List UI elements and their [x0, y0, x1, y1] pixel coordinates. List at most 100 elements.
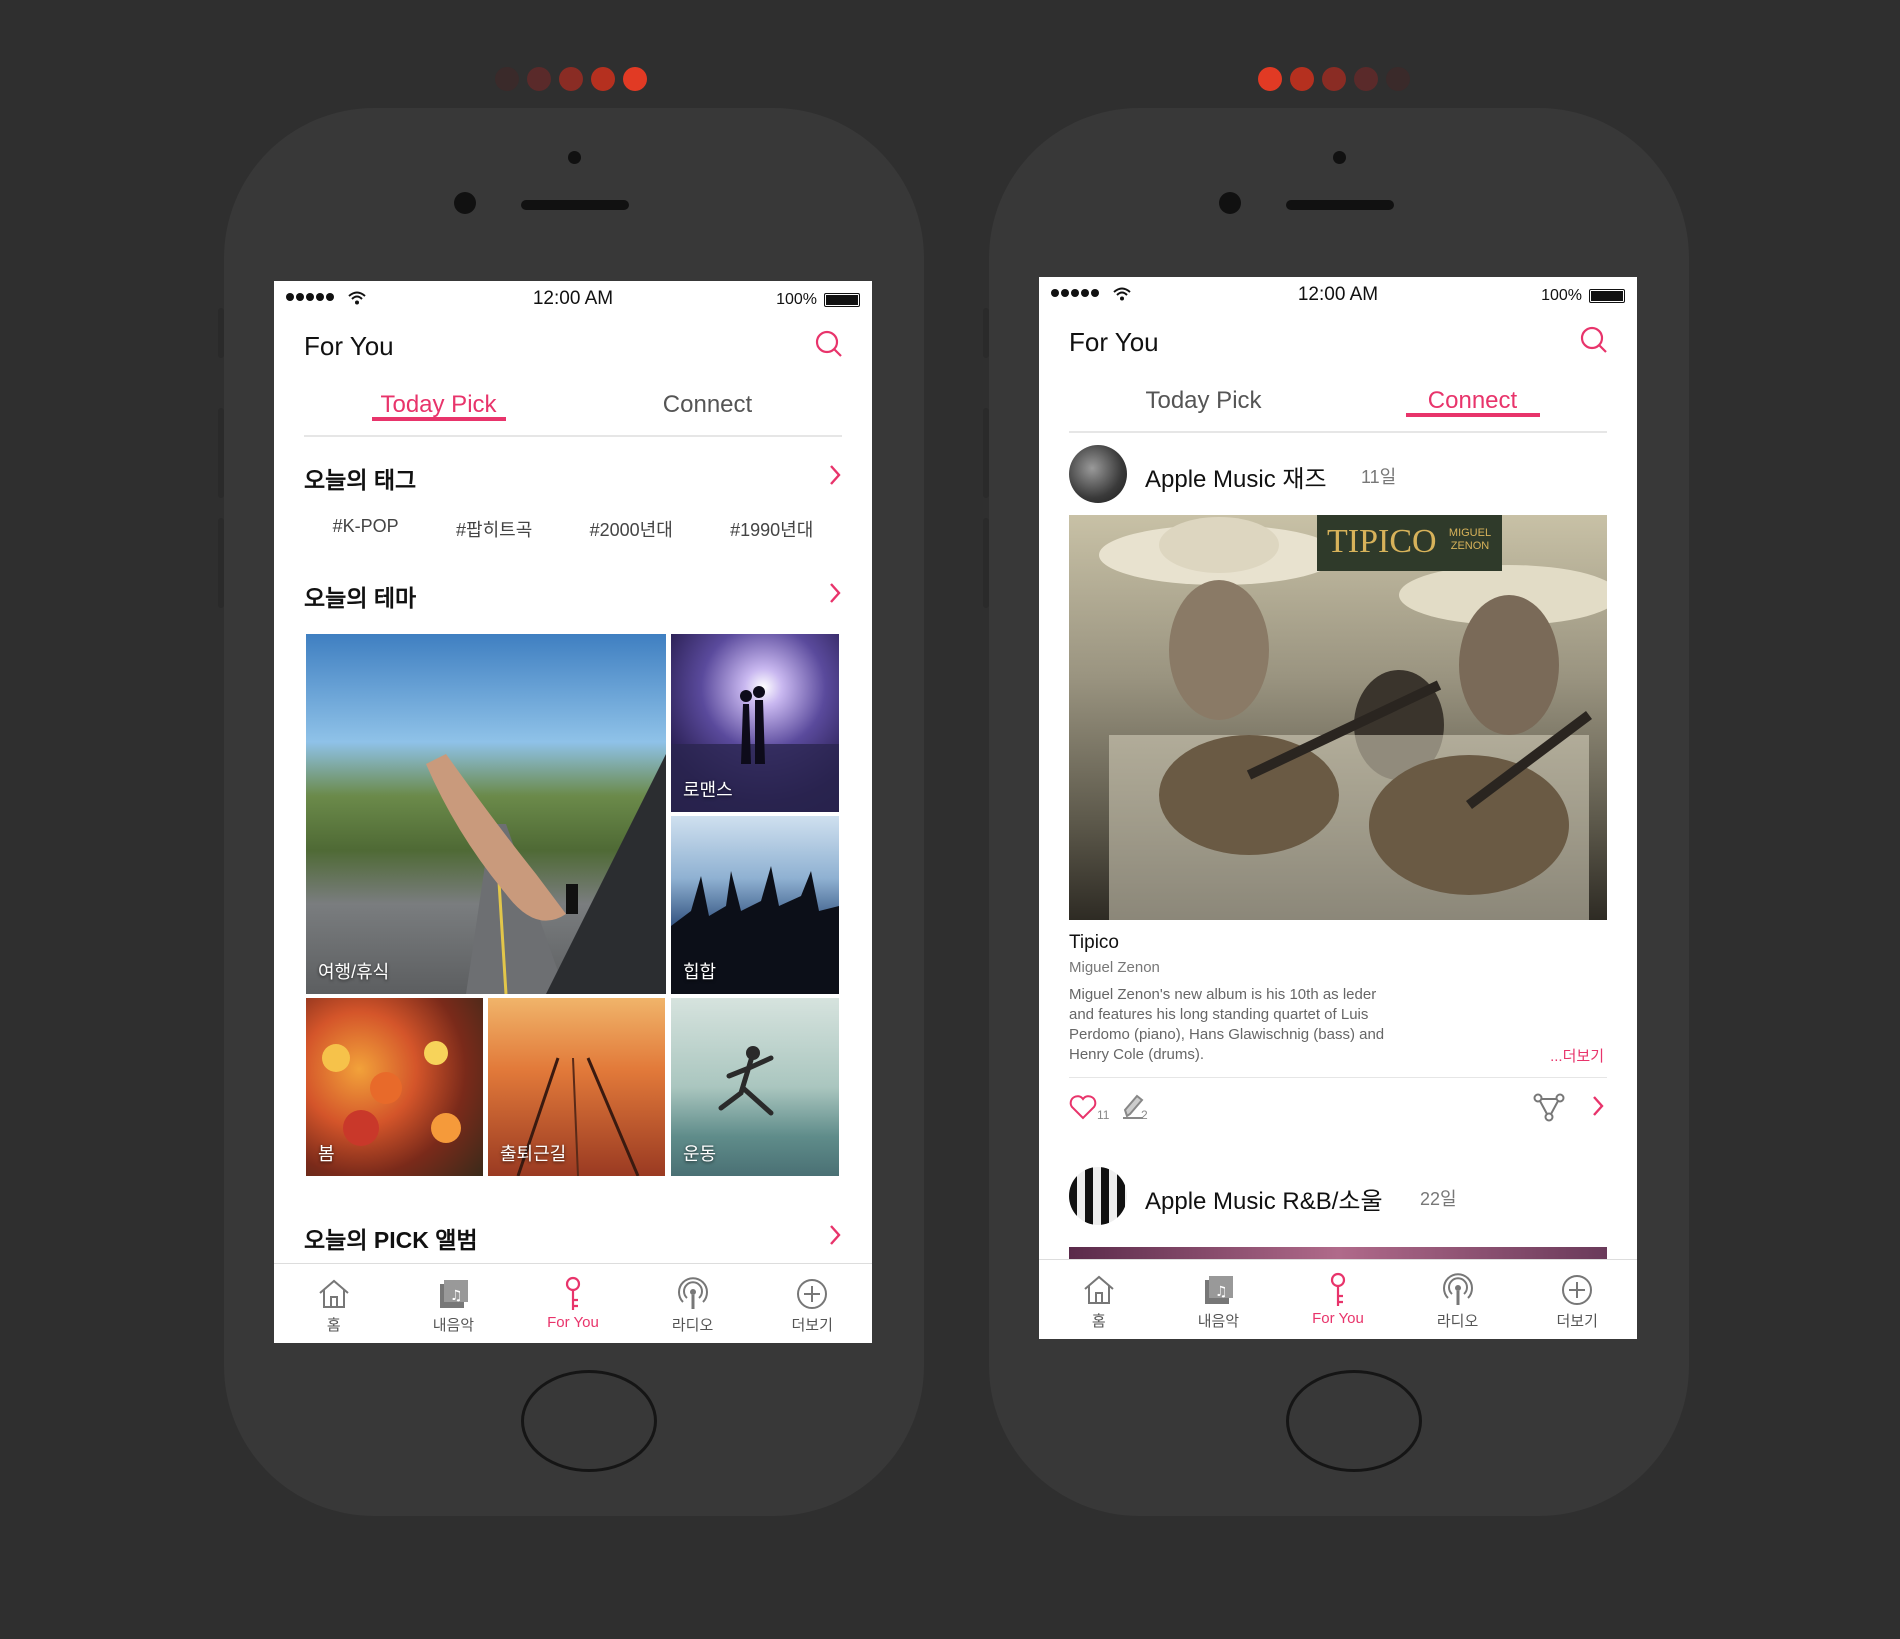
tag-chip[interactable]: #2000년대: [590, 516, 673, 542]
radio-icon: [1442, 1273, 1473, 1305]
bottom-tab-bar: 홈 ♫ 내음악 For You 라디오 더보기: [1039, 1259, 1637, 1339]
mute-switch: [983, 308, 989, 358]
avatar[interactable]: [1069, 1167, 1127, 1225]
theme-tile-hiphop[interactable]: 힙합: [671, 816, 839, 994]
front-camera: [454, 192, 476, 214]
section-title: 오늘의 PICK 앨범: [304, 1227, 478, 1253]
battery-percent: 100%: [776, 291, 817, 308]
screen-today-pick: 12:00 AM 100% For You Today Pick Connect…: [274, 281, 872, 1343]
more-plus-icon: [797, 1279, 828, 1309]
tab-connect[interactable]: Connect: [1338, 387, 1607, 417]
chevron-right-icon[interactable]: [828, 1223, 842, 1247]
for-you-key-icon: [1330, 1272, 1346, 1306]
tab-today-pick[interactable]: Today Pick: [304, 391, 573, 421]
album-cover-tipico[interactable]: TIPICO MIGUEL ZENON: [1069, 515, 1607, 920]
my-music-icon: ♫: [1205, 1276, 1234, 1304]
home-button[interactable]: [521, 1370, 657, 1472]
search-icon[interactable]: [814, 329, 844, 359]
pager-dot[interactable]: [623, 67, 647, 91]
tag-chip[interactable]: #1990년대: [730, 516, 813, 542]
section-today-theme[interactable]: 오늘의 테마: [304, 579, 842, 613]
tabbar-item-home[interactable]: 홈: [274, 1264, 394, 1343]
earpiece-speaker: [1286, 200, 1394, 210]
theme-tile-spring[interactable]: 봄: [306, 998, 483, 1176]
theme-tile-commute[interactable]: 출퇴근길: [488, 998, 665, 1176]
chevron-right-icon[interactable]: [828, 463, 842, 487]
tabbar-item-for-you[interactable]: For You: [513, 1264, 633, 1343]
section-title: 오늘의 태그: [304, 467, 417, 493]
pager-dot[interactable]: [1258, 67, 1282, 91]
tabbar-item-home[interactable]: 홈: [1039, 1260, 1159, 1339]
cover-title: TIPICO: [1327, 523, 1437, 560]
status-bar: 12:00 AM 100%: [274, 281, 872, 317]
home-button[interactable]: [1286, 1370, 1422, 1472]
read-more-link[interactable]: ...더보기: [1550, 1045, 1604, 1066]
segment-tabs: Today Pick Connect: [304, 391, 842, 437]
theme-tile-label: 로맨스: [683, 780, 733, 800]
chevron-right-icon[interactable]: [828, 581, 842, 605]
screen-connect: 12:00 AM 100% For You Today Pick Connect…: [1039, 277, 1637, 1339]
section-today-pick-album[interactable]: 오늘의 PICK 앨범: [304, 1221, 842, 1255]
post-author[interactable]: Apple Music 재즈: [1145, 459, 1327, 494]
post-date: 22일: [1420, 1189, 1457, 1209]
share-icon[interactable]: [1533, 1092, 1565, 1122]
cover-subtitle: MIGUEL ZENON: [1448, 527, 1492, 552]
pager-dot[interactable]: [1386, 67, 1410, 91]
svg-text:♫: ♫: [1215, 1284, 1228, 1300]
post-header[interactable]: Apple Music 재즈 11일: [1069, 445, 1607, 505]
tabbar-item-more[interactable]: 더보기: [752, 1264, 872, 1343]
page-title: For You: [304, 331, 394, 361]
album-artist[interactable]: Miguel Zenon: [1069, 959, 1160, 976]
section-today-tags[interactable]: 오늘의 태그: [304, 461, 842, 495]
tabbar-item-my-music[interactable]: ♫ 내음악: [1159, 1260, 1279, 1339]
post-author[interactable]: Apple Music R&B/소울: [1145, 1181, 1383, 1216]
tag-chip[interactable]: #K-POP: [333, 516, 399, 542]
earpiece-speaker: [521, 200, 629, 210]
pager-dot[interactable]: [559, 67, 583, 91]
pager-dot[interactable]: [1354, 67, 1378, 91]
theme-tile-romance[interactable]: 로맨스: [671, 634, 839, 812]
proximity-sensor: [568, 151, 581, 164]
my-music-icon: ♫: [440, 1280, 469, 1308]
volume-down-button: [983, 518, 989, 608]
theme-tile-workout[interactable]: 운동: [671, 998, 839, 1176]
left-phone: 12:00 AM 100% For You Today Pick Connect…: [218, 108, 924, 1516]
mute-switch: [218, 308, 224, 358]
tab-connect[interactable]: Connect: [573, 391, 842, 419]
pager-dot[interactable]: [591, 67, 615, 91]
for-you-key-icon: [565, 1276, 581, 1310]
album-title[interactable]: Tipico: [1069, 932, 1119, 954]
tag-chip[interactable]: #팝히트곡: [456, 516, 532, 542]
album-cover-art: [1099, 517, 1607, 920]
theme-tile-label: 출퇴근길: [500, 1144, 567, 1164]
avatar[interactable]: [1069, 445, 1127, 503]
bottom-tab-bar: 홈 ♫ 내음악 For You 라디오 더보기: [274, 1263, 872, 1343]
left-pager: [495, 67, 647, 91]
search-icon[interactable]: [1579, 325, 1609, 355]
like-count: 11: [1097, 1108, 1110, 1122]
chevron-right-icon[interactable]: [1591, 1094, 1605, 1118]
theme-tile-label: 여행/휴식: [318, 962, 390, 982]
heart-icon[interactable]: [1069, 1094, 1097, 1120]
battery-percent: 100%: [1541, 287, 1582, 304]
volume-down-button: [218, 518, 224, 608]
tab-today-pick[interactable]: Today Pick: [1069, 387, 1338, 415]
tabbar-item-my-music[interactable]: ♫ 내음악: [394, 1264, 514, 1343]
pager-dot[interactable]: [495, 67, 519, 91]
tabbar-item-for-you[interactable]: For You: [1278, 1260, 1398, 1339]
page-title: For You: [1069, 327, 1159, 357]
more-plus-icon: [1562, 1275, 1593, 1305]
tabbar-item-more[interactable]: 더보기: [1517, 1260, 1637, 1339]
tabbar-item-radio[interactable]: 라디오: [633, 1264, 753, 1343]
theme-tile-travel[interactable]: 여행/휴식: [306, 634, 666, 994]
travel-illustration: [426, 754, 666, 994]
pager-dot[interactable]: [527, 67, 551, 91]
proximity-sensor: [1333, 151, 1346, 164]
section-title: 오늘의 테마: [304, 585, 417, 611]
post-header[interactable]: Apple Music R&B/소울 22일: [1069, 1167, 1607, 1227]
pager-dot[interactable]: [1290, 67, 1314, 91]
pager-dot[interactable]: [1322, 67, 1346, 91]
battery-icon: [824, 293, 860, 307]
volume-up-button: [983, 408, 989, 498]
tabbar-item-radio[interactable]: 라디오: [1398, 1260, 1518, 1339]
